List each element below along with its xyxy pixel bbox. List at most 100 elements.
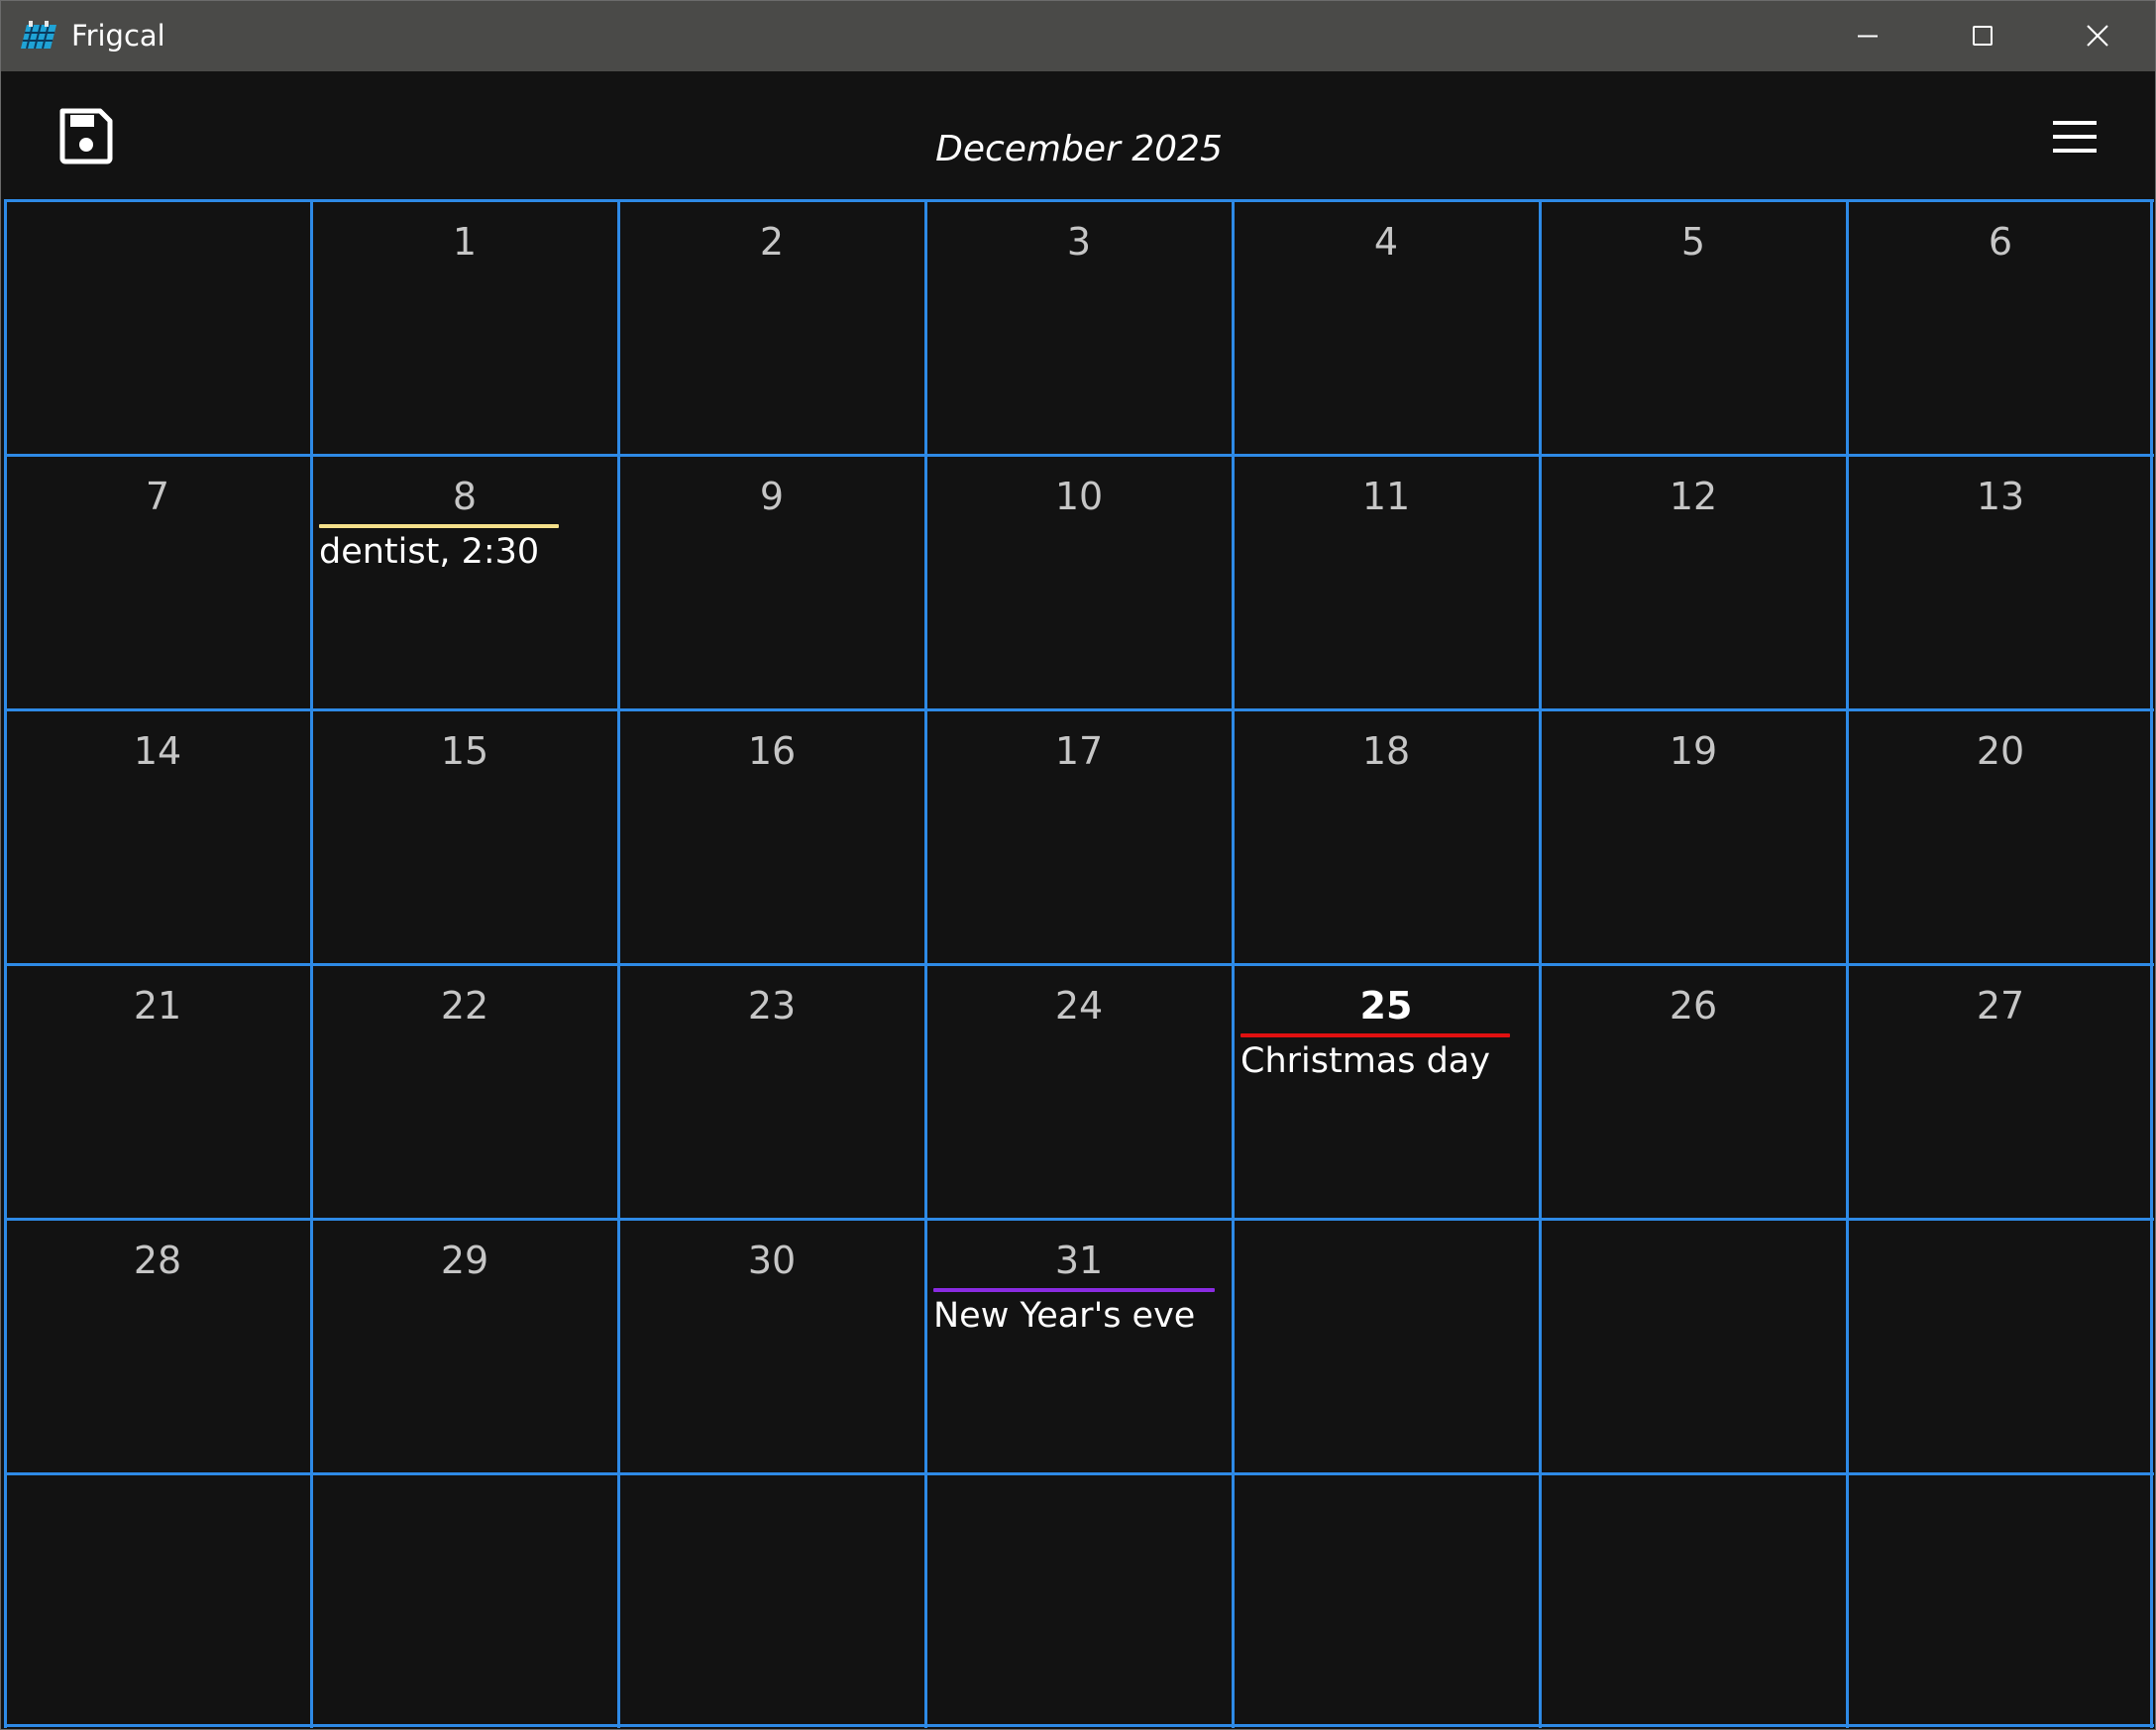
day-cell-7[interactable]: 7: [4, 455, 311, 709]
event-color-bar: [1240, 1033, 1510, 1037]
grid-line: [310, 200, 313, 1728]
day-cell-26[interactable]: 26: [1540, 964, 1847, 1219]
day-cell-24[interactable]: 24: [925, 964, 1233, 1219]
day-cell-21[interactable]: 21: [4, 964, 311, 1219]
grid-line: [4, 454, 2154, 457]
empty-day-cell[interactable]: [311, 1473, 618, 1728]
day-number: 19: [1669, 729, 1718, 773]
empty-day-cell[interactable]: [4, 1473, 311, 1728]
day-cell-4[interactable]: 4: [1233, 200, 1540, 455]
day-number: 26: [1669, 984, 1718, 1027]
day-cell-5[interactable]: 5: [1540, 200, 1847, 455]
day-cell-31[interactable]: 31 New Year's eve: [925, 1219, 1233, 1473]
day-cell-6[interactable]: 6: [1847, 200, 2154, 455]
day-number: 23: [747, 984, 797, 1027]
day-number: 12: [1669, 475, 1718, 518]
day-cell-13[interactable]: 13: [1847, 455, 2154, 709]
day-cell-16[interactable]: 16: [618, 709, 925, 964]
event-label: dentist, 2:30: [319, 532, 540, 572]
grid-line: [1232, 200, 1235, 1728]
maximize-button[interactable]: [1925, 1, 2040, 71]
calendar-event[interactable]: dentist, 2:30: [319, 524, 559, 572]
day-cell-15[interactable]: 15: [311, 709, 618, 964]
day-cell-11[interactable]: 11: [1233, 455, 1540, 709]
day-number: 20: [1976, 729, 2025, 773]
event-label: New Year's eve: [933, 1296, 1196, 1336]
event-label: Christmas day: [1240, 1041, 1490, 1081]
day-cell-22[interactable]: 22: [311, 964, 618, 1219]
day-cell-1[interactable]: 1: [311, 200, 618, 455]
empty-day-cell[interactable]: [618, 1473, 925, 1728]
day-cell-25[interactable]: 25 Christmas day: [1233, 964, 1540, 1219]
empty-day-cell[interactable]: [925, 1473, 1233, 1728]
calendar-event[interactable]: Christmas day: [1240, 1033, 1510, 1081]
day-cell-28[interactable]: 28: [4, 1219, 311, 1473]
grid-line: [1539, 200, 1542, 1728]
day-number: 21: [133, 984, 182, 1027]
empty-day-cell[interactable]: [1233, 1473, 1540, 1728]
day-number: 29: [440, 1239, 489, 1282]
day-number: 11: [1361, 475, 1411, 518]
grid-line: [1846, 200, 1849, 1728]
day-number: 27: [1976, 984, 2025, 1027]
day-number: 22: [440, 984, 489, 1027]
empty-day-cell[interactable]: [1540, 1473, 1847, 1728]
day-number: 1: [452, 220, 478, 264]
day-cell-30[interactable]: 30: [618, 1219, 925, 1473]
empty-day-cell[interactable]: [1540, 1219, 1847, 1473]
day-cell-8[interactable]: 8 dentist, 2:30: [311, 455, 618, 709]
calendar-header: December 2025: [4, 71, 2154, 201]
window-title: Frigcal: [71, 19, 165, 53]
event-color-bar: [933, 1288, 1215, 1292]
empty-day-cell[interactable]: [4, 200, 311, 455]
empty-day-cell[interactable]: [1847, 1473, 2154, 1728]
title-bar[interactable]: Frigcal: [1, 1, 2155, 71]
day-cell-3[interactable]: 3: [925, 200, 1233, 455]
close-button[interactable]: [2040, 1, 2155, 71]
day-number: 5: [1680, 220, 1706, 264]
day-number: 17: [1054, 729, 1104, 773]
empty-day-cell[interactable]: [1847, 1219, 2154, 1473]
day-cell-29[interactable]: 29: [311, 1219, 618, 1473]
close-icon: [2087, 25, 2108, 47]
day-number: 16: [747, 729, 797, 773]
day-cell-2[interactable]: 2: [618, 200, 925, 455]
day-number: 9: [759, 475, 785, 518]
minimize-button[interactable]: [1810, 1, 1925, 71]
hamburger-menu-icon[interactable]: [2047, 115, 2102, 159]
day-number: 2: [759, 220, 785, 264]
day-cell-19[interactable]: 19: [1540, 709, 1847, 964]
day-cell-12[interactable]: 12: [1540, 455, 1847, 709]
day-number: 3: [1066, 220, 1092, 264]
grid-line: [4, 200, 7, 1728]
grid-line: [4, 963, 2154, 966]
grid-line: [4, 199, 2154, 202]
day-number: 7: [145, 475, 170, 518]
day-number: 10: [1054, 475, 1104, 518]
calendar-app-icon: [21, 21, 56, 50]
month-grid: 1 2 3 4 5 6 7 8 dentist, 2:30 9 10 11 12 13 14 15 16 17 18…: [4, 199, 2154, 1728]
day-cell-10[interactable]: 10: [925, 455, 1233, 709]
day-cell-18[interactable]: 18: [1233, 709, 1540, 964]
day-cell-23[interactable]: 23: [618, 964, 925, 1219]
day-cell-14[interactable]: 14: [4, 709, 311, 964]
day-number: 14: [133, 729, 182, 773]
day-cell-9[interactable]: 9: [618, 455, 925, 709]
day-number: 18: [1361, 729, 1411, 773]
month-title: December 2025: [935, 129, 1223, 169]
day-number: 28: [133, 1239, 182, 1282]
grid-line: [4, 1472, 2154, 1475]
event-color-bar: [319, 524, 559, 528]
calendar-event[interactable]: New Year's eve: [933, 1288, 1215, 1336]
maximize-icon: [1973, 26, 1993, 46]
empty-day-cell[interactable]: [1233, 1219, 1540, 1473]
day-cell-27[interactable]: 27: [1847, 964, 2154, 1219]
day-number: 4: [1373, 220, 1399, 264]
day-cell-20[interactable]: 20: [1847, 709, 2154, 964]
day-cell-17[interactable]: 17: [925, 709, 1233, 964]
day-number: 8: [452, 475, 478, 518]
grid-line: [4, 1724, 2154, 1727]
day-number: 30: [747, 1239, 797, 1282]
day-number: 13: [1976, 475, 2025, 518]
grid-line: [617, 200, 620, 1728]
